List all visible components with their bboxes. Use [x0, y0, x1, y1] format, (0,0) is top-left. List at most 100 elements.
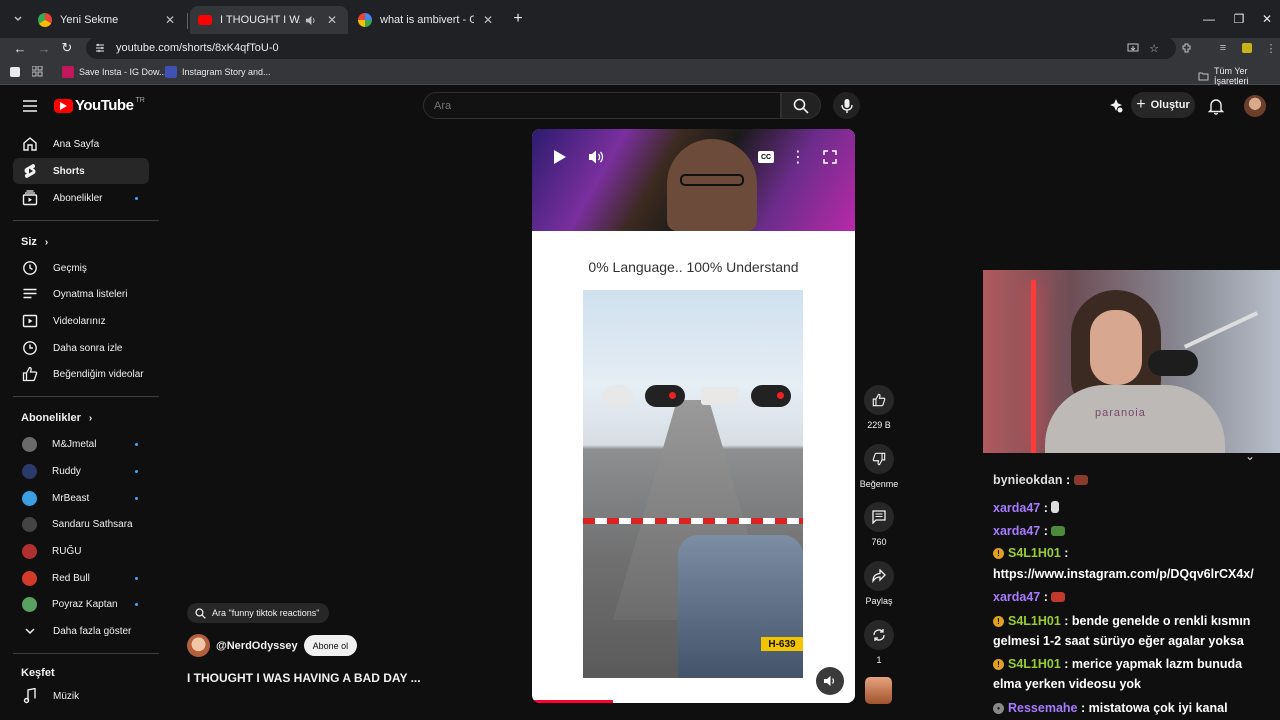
sidebar-item-subscriptions[interactable]: Abonelikler: [13, 185, 149, 211]
chat-message: ! S4L1H01 :: [993, 543, 1280, 563]
close-tab-icon[interactable]: ✕: [162, 12, 178, 28]
sidebar-item-watch-later[interactable]: Daha sonra izle: [13, 335, 149, 361]
short-title[interactable]: I THOUGHT I WAS HAVING A BAD DAY ...: [187, 671, 421, 685]
search-input[interactable]: [424, 93, 780, 118]
mute-button[interactable]: [816, 667, 844, 695]
site-info-icon[interactable]: [92, 40, 108, 56]
sidebar-channel-redbull[interactable]: Red Bull: [13, 565, 149, 591]
play-button[interactable]: [549, 147, 569, 167]
streamer-shirt: [1045, 385, 1225, 453]
chat-message: ! S4L1H01 : merice yapmak lazm bunuda: [993, 654, 1280, 674]
sidebar-subscriptions-heading[interactable]: Abonelikler ›: [21, 412, 92, 424]
sidebar-show-more[interactable]: Daha fazla göster: [13, 618, 149, 644]
comments-button[interactable]: 760: [859, 502, 899, 547]
sidebar-channel-ruddy[interactable]: Ruddy: [13, 458, 149, 484]
restore-button[interactable]: ❐: [1230, 10, 1248, 28]
tab-google-search[interactable]: what is ambivert - Google'da Ar ✕: [350, 6, 504, 34]
minimize-button[interactable]: —: [1200, 10, 1218, 28]
search-suggestion-chip[interactable]: Ara "funny tiktok reactions": [187, 603, 330, 623]
video-clip: H-639: [583, 290, 803, 678]
like-button[interactable]: 229 B: [859, 385, 899, 430]
install-app-icon[interactable]: [1124, 39, 1142, 57]
address-bar[interactable]: youtube.com/shorts/8xK4qfToU-0: [86, 37, 1176, 59]
sidebar-item-liked-videos[interactable]: Beğendiğim videolar: [13, 361, 149, 387]
sidebar-channel-poyraz[interactable]: Poyraz Kaptan: [13, 591, 149, 617]
account-avatar[interactable]: [1244, 95, 1266, 117]
subscribe-button[interactable]: Abone ol: [303, 635, 358, 656]
channel-handle[interactable]: @NerdOdyssey: [216, 640, 298, 652]
reload-button[interactable]: ↻: [58, 38, 76, 58]
closed-captions-icon: CC: [758, 151, 774, 163]
home-icon: [22, 136, 38, 152]
bookmark-star-icon[interactable]: ☆: [1145, 39, 1163, 57]
road-sign: [603, 385, 633, 407]
close-tab-icon[interactable]: ✕: [480, 12, 496, 28]
thumbs-down-icon: [864, 444, 894, 474]
close-window-button[interactable]: ✕: [1258, 10, 1276, 28]
tab-youtube-short[interactable]: I THOUGHT I WAS HAVING ✕: [190, 6, 348, 34]
remix-button[interactable]: 1: [859, 620, 899, 665]
sidebar-item-home[interactable]: Ana Sayfa: [13, 131, 149, 157]
bookmark-save-insta[interactable]: Save Insta - IG Dow...: [62, 66, 167, 78]
volume-button[interactable]: [586, 147, 606, 167]
sidebar-channel-mrbeast[interactable]: MrBeast: [13, 485, 149, 511]
mic-arm: [1183, 311, 1259, 349]
shorts-player[interactable]: CC ⋮ 0% Language.. 100% Understand H-639: [532, 129, 855, 703]
play-icon: [553, 150, 566, 164]
hamburger-menu-icon[interactable]: [20, 96, 40, 116]
search-button[interactable]: [781, 92, 821, 119]
chrome-menu-icon[interactable]: ⋮: [1262, 39, 1280, 57]
fullscreen-icon[interactable]: [820, 147, 840, 167]
youtube-icon: [198, 15, 212, 25]
sidebar-channel-mjmetal[interactable]: M&Jmetal: [13, 431, 149, 457]
sound-avatar[interactable]: [865, 677, 892, 704]
sidebar-item-history[interactable]: Geçmiş: [13, 255, 149, 281]
folder-icon: [1198, 71, 1209, 81]
search-icon: [793, 98, 809, 114]
create-button[interactable]: + Oluştur: [1131, 92, 1195, 118]
tab-new-tab[interactable]: Yeni Sekme ✕: [30, 6, 186, 34]
apps-grid-icon[interactable]: [32, 66, 43, 77]
share-button[interactable]: Paylaş: [859, 561, 899, 606]
close-tab-icon[interactable]: ✕: [324, 12, 340, 28]
sidebar-you-heading[interactable]: Siz ›: [21, 236, 48, 248]
chat-emote: [1051, 501, 1060, 513]
sidebar-channel-sandaru[interactable]: Sandaru Sathsara: [13, 511, 149, 537]
ask-gemini-icon[interactable]: [1106, 96, 1126, 116]
sidebar-item-shorts[interactable]: Shorts: [13, 158, 149, 184]
chat-username: S4L1H01: [1008, 657, 1061, 671]
scroll-down-arrow-icon[interactable]: ⌄: [1242, 448, 1258, 464]
chat-username: S4L1H01: [1008, 546, 1061, 560]
voice-search-button[interactable]: [833, 92, 860, 119]
channel-avatar: [22, 436, 37, 452]
plus-icon: +: [1136, 96, 1146, 113]
chat-username: xarda47: [993, 590, 1041, 604]
dislike-button[interactable]: Beğenme: [859, 444, 899, 489]
channel-avatar[interactable]: [187, 634, 210, 657]
youtube-logo[interactable]: YouTube TR: [54, 97, 145, 114]
bookmark-instagram-story[interactable]: Instagram Story and...: [165, 66, 271, 78]
notifications-bell-icon[interactable]: [1206, 96, 1226, 116]
forward-button[interactable]: →: [35, 38, 53, 58]
chat-sep: :: [1062, 474, 1074, 486]
tab-search-button[interactable]: [8, 9, 28, 29]
extensions-icon[interactable]: [1178, 39, 1196, 57]
new-tab-button[interactable]: +: [509, 10, 527, 28]
chat-message-link[interactable]: https://www.instagram.com/p/DQqv6lrCX4x/: [993, 564, 1280, 584]
all-bookmarks-folder[interactable]: Tüm Yer İşaretleri: [1198, 66, 1280, 86]
extension-badge-icon[interactable]: [1238, 39, 1256, 57]
video-progress-bar[interactable]: [532, 700, 613, 703]
speaker-icon[interactable]: [302, 12, 318, 28]
chat-message: xarda47 :: [993, 521, 1280, 541]
sidebar-item-label: Videolarınız: [53, 315, 106, 327]
channel-avatar: [22, 543, 37, 559]
sidebar-item-music[interactable]: Müzik: [13, 683, 149, 709]
bookmark-app-icon[interactable]: [10, 67, 25, 77]
back-button[interactable]: ←: [11, 38, 29, 58]
sidebar-channel-rugu[interactable]: RUĞU: [13, 538, 149, 564]
sidebar-item-playlists[interactable]: Oynatma listeleri: [13, 281, 149, 307]
more-options-icon[interactable]: ⋮: [788, 147, 808, 167]
sidebar-item-your-videos[interactable]: Videolarınız: [13, 308, 149, 334]
captions-button[interactable]: CC: [756, 147, 776, 167]
media-control-icon[interactable]: ≡: [1214, 39, 1232, 57]
